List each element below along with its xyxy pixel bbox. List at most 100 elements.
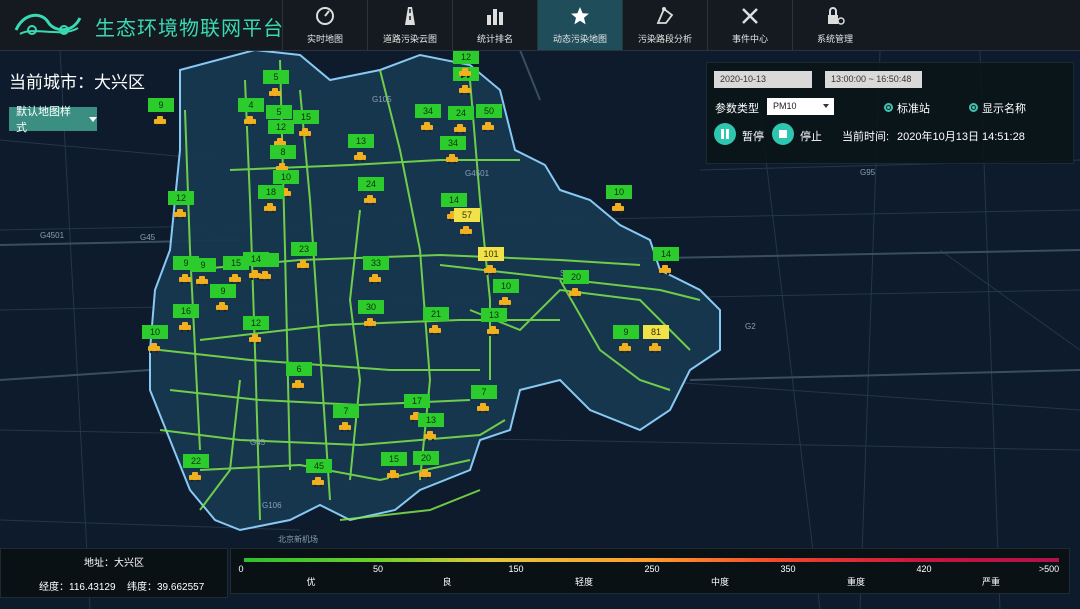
station-value-label: 13 bbox=[481, 308, 507, 322]
vehicle-sensor-icon bbox=[189, 472, 201, 482]
station-value-label: 57 bbox=[454, 208, 480, 222]
station-value-label: 7 bbox=[471, 385, 497, 399]
station-value-label: 17 bbox=[404, 394, 430, 408]
pause-button[interactable] bbox=[714, 123, 736, 145]
show-name-radio[interactable] bbox=[969, 103, 978, 112]
vehicle-sensor-icon bbox=[484, 265, 496, 275]
nav-label: 系统管理 bbox=[816, 34, 853, 44]
vehicle-sensor-icon bbox=[424, 431, 436, 441]
map-style-dropdown[interactable]: 默认地图样式 bbox=[9, 106, 97, 134]
vehicle-sensor-icon bbox=[482, 122, 494, 132]
legend-category: 重度 bbox=[846, 577, 866, 587]
pollution-legend: 0 50 150 250 350 420 >500 优 良 轻度 中度 重度 严… bbox=[230, 548, 1070, 594]
station-value-label: 20 bbox=[563, 270, 589, 284]
station-value-label: 9 bbox=[148, 98, 174, 112]
vehicle-sensor-icon bbox=[179, 274, 191, 284]
lock-settings-icon bbox=[828, 7, 845, 25]
legend-tick: 0 bbox=[238, 564, 244, 574]
station-value-label: 12 bbox=[453, 50, 479, 64]
latitude-text: 纬度：39.662557 bbox=[127, 582, 205, 593]
nav-system-management[interactable]: 系统管理 bbox=[792, 0, 877, 50]
station-value-label: 15 bbox=[293, 110, 319, 124]
pause-label: 暂停 bbox=[742, 131, 764, 143]
nav-event-center[interactable]: 事件中心 bbox=[707, 0, 792, 50]
vehicle-sensor-icon bbox=[179, 322, 191, 332]
legend-category: 良 bbox=[442, 577, 452, 587]
top-bar: 生态环境物联网平台 实时地图 道路污染云图 统计排名 动态污染地图 污染路段分析… bbox=[0, 0, 1080, 51]
station-value-label: 4 bbox=[238, 98, 264, 112]
current-time-label: 当前时间: bbox=[842, 131, 890, 143]
time-range-input[interactable]: 13:00:00 ~ 16:50:48 bbox=[825, 71, 922, 88]
nav-statistics-ranking[interactable]: 统计排名 bbox=[452, 0, 537, 50]
legend-category: 轻度 bbox=[574, 577, 594, 587]
dashboard-icon bbox=[316, 7, 334, 25]
station-value-label: 16 bbox=[173, 304, 199, 318]
star-icon bbox=[571, 7, 589, 25]
station-value-label: 14 bbox=[243, 252, 269, 266]
playback-control-panel: 2020-10-13 13:00:00 ~ 16:50:48 参数类型 PM10… bbox=[706, 62, 1074, 164]
vehicle-sensor-icon bbox=[619, 343, 631, 353]
nav-pollution-section-analysis[interactable]: 污染路段分析 bbox=[622, 0, 707, 50]
vehicle-sensor-icon bbox=[419, 469, 431, 479]
station-value-label: 12 bbox=[243, 316, 269, 330]
station-value-label: 9 bbox=[210, 284, 236, 298]
caret-down-icon bbox=[89, 116, 97, 122]
vehicle-sensor-icon bbox=[612, 203, 624, 213]
bar-chart-icon bbox=[487, 9, 503, 25]
legend-category: 中度 bbox=[710, 577, 730, 587]
date-input[interactable]: 2020-10-13 bbox=[714, 71, 812, 88]
station-value-label: 101 bbox=[478, 247, 504, 261]
param-type-select[interactable]: PM10 bbox=[767, 98, 834, 115]
station-value-label: 5 bbox=[263, 70, 289, 84]
station-value-label: 9 bbox=[613, 325, 639, 339]
station-value-label: 34 bbox=[440, 136, 466, 150]
vehicle-sensor-icon bbox=[339, 422, 351, 432]
nav-label: 统计排名 bbox=[476, 34, 513, 44]
nav-dynamic-pollution-map[interactable]: 动态污染地图 bbox=[537, 0, 622, 50]
standard-station-radio[interactable] bbox=[884, 103, 893, 112]
vehicle-sensor-icon bbox=[148, 343, 160, 353]
station-value-label: 34 bbox=[415, 104, 441, 118]
legend-tick: 420 bbox=[916, 564, 932, 574]
standard-station-label: 标准站 bbox=[897, 103, 930, 115]
station-value-label: 10 bbox=[142, 325, 168, 339]
station-value-label: 10 bbox=[273, 170, 299, 184]
vehicle-sensor-icon bbox=[264, 203, 276, 213]
vehicle-sensor-icon bbox=[244, 116, 256, 126]
station-value-label: 12 bbox=[168, 191, 194, 205]
app-title: 生态环境物联网平台 bbox=[95, 18, 284, 40]
vehicle-sensor-icon bbox=[387, 470, 399, 480]
nav-label: 污染路段分析 bbox=[637, 34, 692, 44]
vehicle-sensor-icon bbox=[421, 122, 433, 132]
vehicle-sensor-icon bbox=[477, 403, 489, 413]
station-value-label: 12 bbox=[268, 120, 294, 134]
vehicle-sensor-icon bbox=[499, 297, 511, 307]
current-time-value: 2020年10月13日 14:51:28 bbox=[897, 131, 1025, 143]
station-value-label: 24 bbox=[448, 106, 474, 120]
station-value-label: 9 bbox=[190, 258, 216, 272]
legend-tick: 350 bbox=[780, 564, 796, 574]
station-value-label: 81 bbox=[643, 325, 669, 339]
nav-label: 动态污染地图 bbox=[552, 34, 607, 44]
station-value-label: 5 bbox=[266, 105, 292, 119]
station-value-label: 18 bbox=[258, 185, 284, 199]
station-value-label: 8 bbox=[270, 145, 296, 159]
vehicle-sensor-icon bbox=[354, 152, 366, 162]
longitude-text: 经度：116.43129 bbox=[39, 582, 116, 593]
station-value-label: 20 bbox=[413, 451, 439, 465]
route-analysis-icon bbox=[656, 7, 674, 24]
nav-realtime-map[interactable]: 实时地图 bbox=[282, 0, 367, 50]
vehicle-sensor-icon bbox=[446, 154, 458, 164]
station-value-label: 22 bbox=[183, 454, 209, 468]
legend-tick: >500 bbox=[1038, 564, 1060, 574]
stop-label: 停止 bbox=[800, 131, 822, 143]
vehicle-sensor-icon bbox=[249, 334, 261, 344]
vehicle-sensor-icon bbox=[459, 68, 471, 78]
map-style-label: 默认地图样式 bbox=[16, 106, 71, 134]
stop-button[interactable] bbox=[772, 123, 794, 145]
nav-road-pollution-cloud[interactable]: 道路污染云图 bbox=[367, 0, 452, 50]
vehicle-sensor-icon bbox=[364, 195, 376, 205]
pause-icon bbox=[721, 129, 729, 139]
vehicle-sensor-icon bbox=[487, 326, 499, 336]
logo-icon bbox=[14, 13, 82, 35]
